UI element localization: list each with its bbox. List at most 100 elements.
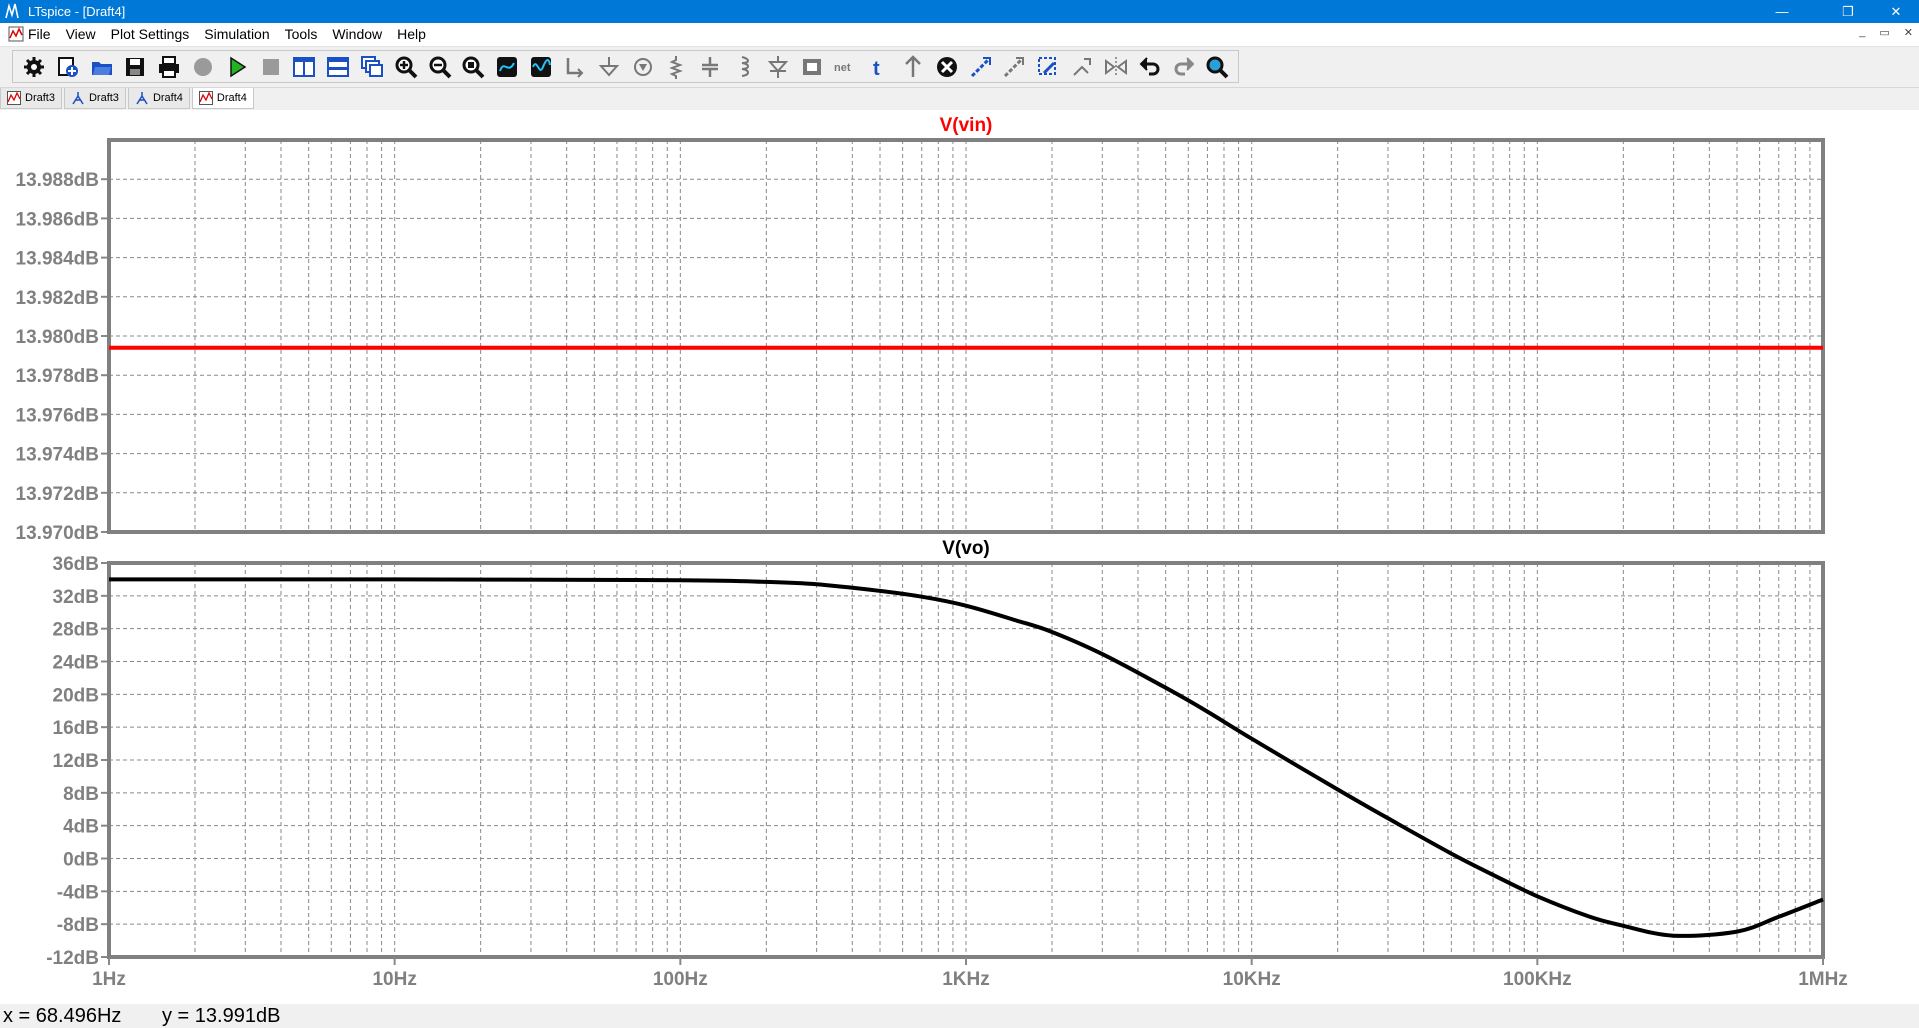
zoom-in-button[interactable] xyxy=(389,51,423,83)
zoom-fit-button[interactable] xyxy=(457,51,491,83)
move-icon xyxy=(905,54,921,77)
plot-pane-2: -12dB -8dB -4dB 0dB 4dB 8dB 12dB 16dB 20dB 24dB 28… xyxy=(46,538,1848,990)
text-button[interactable]: t xyxy=(862,51,896,83)
cascade-icon xyxy=(361,55,384,77)
toolbar: net t xyxy=(0,47,1919,88)
label-net-button[interactable] xyxy=(626,51,660,83)
menu-simulation[interactable]: Simulation xyxy=(204,26,269,42)
zoom-out-icon xyxy=(429,56,452,78)
move-button[interactable] xyxy=(896,51,930,83)
ground-icon xyxy=(598,56,619,77)
gear-button[interactable] xyxy=(17,51,51,83)
save-icon xyxy=(126,57,145,76)
menu-tools[interactable]: Tools xyxy=(285,26,318,42)
stop-button[interactable] xyxy=(254,51,288,83)
y-tick-label: 13.972dB xyxy=(16,484,99,505)
open-button[interactable] xyxy=(85,51,119,83)
run-icon xyxy=(230,56,247,77)
tile-horizontal-button[interactable] xyxy=(321,51,355,83)
component-button[interactable] xyxy=(795,51,829,83)
drag-icon xyxy=(1004,56,1025,77)
y-tick-label: 24dB xyxy=(53,653,99,674)
new-schematic-icon xyxy=(57,56,78,77)
find-button[interactable] xyxy=(1200,51,1234,83)
diode-button[interactable] xyxy=(761,51,795,83)
ground-button[interactable] xyxy=(592,51,626,83)
menu-file[interactable]: File xyxy=(28,26,51,42)
print-button[interactable] xyxy=(152,51,186,83)
close-button[interactable]: ✕ xyxy=(1873,0,1919,23)
resistor-button[interactable] xyxy=(659,51,693,83)
save-button[interactable] xyxy=(118,51,152,83)
mdi-restore-button[interactable]: ▭ xyxy=(1879,26,1889,39)
tab-label: Draft3 xyxy=(88,92,119,104)
flip-button[interactable] xyxy=(1099,51,1133,83)
cascade-button[interactable] xyxy=(355,51,389,83)
delete-icon xyxy=(936,56,957,77)
y-tick-label: 13.986dB xyxy=(16,209,99,230)
diode-icon xyxy=(767,55,789,78)
autorange-button[interactable] xyxy=(490,51,524,83)
tab-draft3-waveform[interactable]: Draft3 xyxy=(0,88,62,109)
minimize-button[interactable]: — xyxy=(1759,0,1805,23)
spice-directive-button[interactable]: net xyxy=(829,51,863,83)
zoom-out-button[interactable] xyxy=(423,51,457,83)
resistor-icon xyxy=(669,55,684,79)
menu-view[interactable]: View xyxy=(66,26,96,42)
svg-text:net: net xyxy=(834,62,851,74)
document-tabs: Draft3 Draft3 Draft4 Draft4 xyxy=(0,88,256,110)
toolbar-buttons: net t xyxy=(12,50,1239,83)
mdi-minimize-button[interactable]: _ xyxy=(1859,26,1865,39)
drag-button[interactable] xyxy=(998,51,1032,83)
y-tick-label: -4dB xyxy=(57,882,99,903)
capacitor-button[interactable] xyxy=(693,51,727,83)
x-tick-label: 1MHz xyxy=(1798,969,1848,990)
undo-button[interactable] xyxy=(1133,51,1167,83)
wire-button[interactable] xyxy=(558,51,592,83)
delete-button[interactable] xyxy=(930,51,964,83)
y-tick-label: 13.982dB xyxy=(16,288,99,309)
spice-directive-icon: net xyxy=(834,62,851,74)
menu-plot-settings[interactable]: Plot Settings xyxy=(111,26,190,42)
waveform-tab-icon xyxy=(7,91,21,105)
component-icon xyxy=(802,58,821,75)
rotate-button[interactable] xyxy=(1031,51,1065,83)
tab-draft4-waveform[interactable]: Draft4 xyxy=(191,88,254,109)
tab-label: Draft3 xyxy=(25,92,55,104)
halt-button[interactable] xyxy=(186,51,220,83)
title-bar: LTspice - [Draft4] — ❐ ✕ xyxy=(0,0,1919,23)
y-tick-label: 13.988dB xyxy=(16,170,99,191)
mirror-button[interactable] xyxy=(1065,51,1099,83)
menu-window[interactable]: Window xyxy=(332,26,382,42)
x-tick-label: 1KHz xyxy=(942,969,990,990)
mdi-controls: _ ▭ ✕ xyxy=(1859,26,1913,39)
stop-icon xyxy=(262,58,279,75)
tab-draft4-schematic[interactable]: Draft4 xyxy=(127,88,190,109)
capacitor-icon xyxy=(702,56,719,77)
y-tick-label: 20dB xyxy=(53,685,99,706)
y-tick-label: 0dB xyxy=(63,850,99,871)
trace-title: V(vo) xyxy=(942,538,990,559)
tab-draft3-schematic[interactable]: Draft3 xyxy=(63,88,126,109)
status-bar: x = 68.496Hz y = 13.991dB xyxy=(0,1004,1919,1028)
tile-vertical-button[interactable] xyxy=(288,51,322,83)
wire-icon xyxy=(566,57,584,78)
window-title: LTspice - [Draft4] xyxy=(28,4,126,19)
duplicate-button[interactable] xyxy=(964,51,998,83)
redo-icon xyxy=(1174,56,1194,75)
new-schematic-button[interactable] xyxy=(51,51,85,83)
waveform-button[interactable] xyxy=(524,51,558,83)
redo-button[interactable] xyxy=(1167,51,1201,83)
maximize-button[interactable]: ❐ xyxy=(1825,0,1871,23)
undo-icon xyxy=(1139,56,1160,75)
x-tick-label: 100KHz xyxy=(1503,969,1572,990)
mdi-close-button[interactable]: ✕ xyxy=(1904,26,1913,39)
plot-canvas[interactable]: 13.970dB 13.972dB 13.974dB 13.976dB 13.978dB… xyxy=(0,110,1919,1004)
run-button[interactable] xyxy=(220,51,254,83)
x-tick-label: 10Hz xyxy=(372,969,416,990)
menu-help[interactable]: Help xyxy=(397,26,426,42)
waveform-doc-icon[interactable] xyxy=(8,26,24,42)
y-tick-label: 13.980dB xyxy=(16,327,99,348)
waveform-viewer[interactable]: 13.970dB 13.972dB 13.974dB 13.976dB 13.978dB… xyxy=(0,110,1919,1004)
inductor-button[interactable] xyxy=(727,51,761,83)
